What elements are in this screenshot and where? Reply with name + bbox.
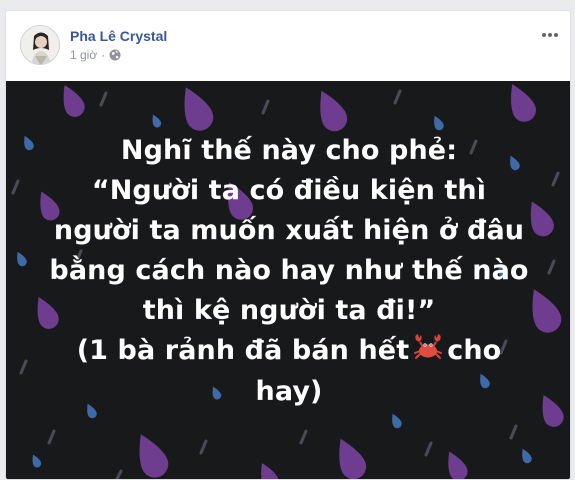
text-line-2: “Người ta có điều kiện thì bbox=[91, 175, 487, 206]
text-line-1: Nghĩ thế này cho phẻ: bbox=[120, 135, 458, 166]
more-options-button[interactable] bbox=[538, 25, 562, 45]
post-meta: 1 giờ · bbox=[70, 48, 121, 62]
post-header: Pha Lê Crystal 1 giờ · bbox=[6, 11, 570, 81]
text-line-7: hay) bbox=[255, 375, 323, 407]
text-line-5: thì kệ người ta đi!” bbox=[142, 295, 436, 326]
profile-photo-icon bbox=[21, 26, 59, 64]
timestamp[interactable]: 1 giờ bbox=[70, 48, 97, 62]
text-line-4: bằng cách nào hay như thế nào bbox=[49, 255, 529, 286]
post-text: Nghĩ thế này cho phẻ: “Người ta có điều … bbox=[6, 131, 570, 412]
text-line-3: người ta muốn xuất hiện ở đâu bbox=[53, 215, 525, 246]
crab-emoji-icon bbox=[413, 332, 443, 372]
text-line-6: (1 bà rảnh đã bán hết cho bbox=[6, 331, 570, 372]
text-line-6-end: cho bbox=[447, 335, 502, 366]
author-name[interactable]: Pha Lê Crystal bbox=[70, 28, 167, 44]
separator: · bbox=[101, 48, 106, 62]
facebook-post: Pha Lê Crystal 1 giờ · Nghĩ thế này cho … bbox=[5, 10, 571, 480]
text-line-6-start: (1 bà rảnh đã bán hết bbox=[76, 335, 410, 366]
avatar[interactable] bbox=[20, 25, 60, 65]
globe-icon[interactable] bbox=[109, 49, 121, 61]
more-options-icon bbox=[542, 33, 558, 37]
text-background-image: Nghĩ thế này cho phẻ: “Người ta có điều … bbox=[6, 81, 570, 479]
